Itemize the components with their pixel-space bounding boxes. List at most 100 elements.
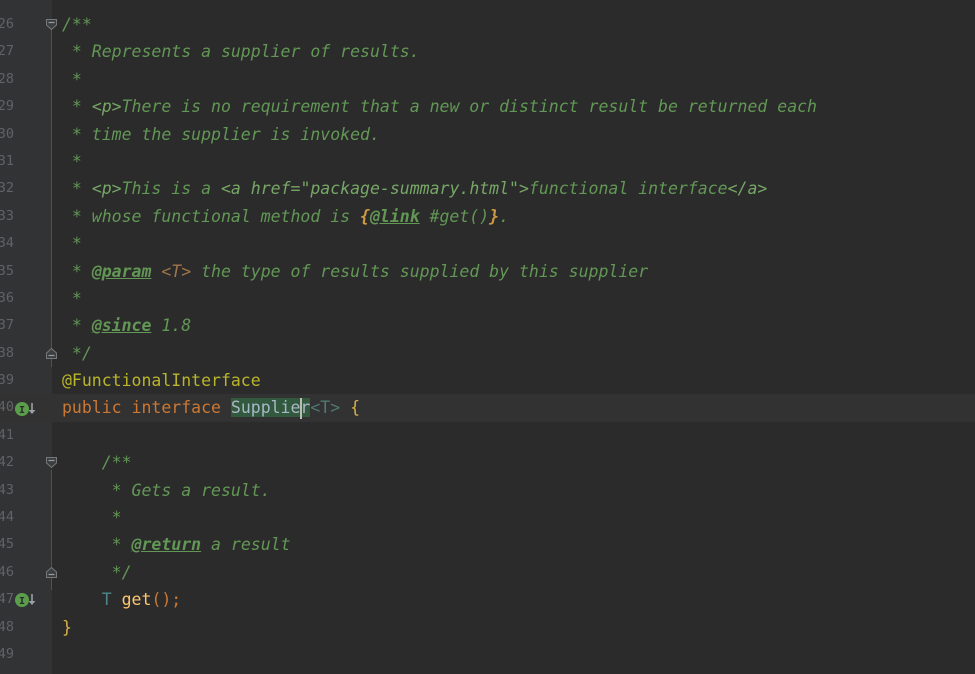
code-line[interactable] xyxy=(52,641,975,668)
implemented-methods-marker-icon[interactable]: I xyxy=(14,401,44,417)
code-line[interactable]: /** xyxy=(52,449,975,476)
code-token: This is a xyxy=(121,179,221,199)
code-token: <a href="package-summary.html"> xyxy=(220,179,529,199)
line-number: 36 xyxy=(0,285,52,312)
code-token: public xyxy=(62,398,132,418)
line-number: 33 xyxy=(0,203,52,230)
line-number: 27 xyxy=(0,38,52,65)
code-token: /** xyxy=(62,453,132,473)
code-line[interactable]: * xyxy=(52,285,975,312)
code-line[interactable]: * xyxy=(52,66,975,93)
code-token: * xyxy=(62,234,82,254)
code-token: */ xyxy=(62,562,132,582)
line-number-text: 39 xyxy=(0,372,14,389)
line-number-text: 34 xyxy=(0,235,14,252)
line-number-text: 28 xyxy=(0,70,14,87)
code-line[interactable]: } xyxy=(52,614,975,641)
line-number-text: 47 xyxy=(0,591,14,608)
line-number-text: 44 xyxy=(0,509,14,526)
code-text-area[interactable]: /** * Represents a supplier of results. … xyxy=(52,0,975,674)
line-number-text: 37 xyxy=(0,317,14,334)
line-number: 49 xyxy=(0,641,52,668)
line-number-text: 41 xyxy=(0,426,14,443)
code-editor[interactable]: 26 27 28 29 30 31 32 33 34 35 36 37 38 39 40 41 42 43 44 45… xyxy=(0,0,975,674)
code-token: * whose functional method is xyxy=(62,206,361,226)
line-number-text: 33 xyxy=(0,207,14,224)
line-number-text: 36 xyxy=(0,289,14,306)
code-line[interactable]: * xyxy=(52,504,975,531)
code-token: * xyxy=(62,316,92,336)
text-caret xyxy=(300,397,303,419)
line-number-text: 30 xyxy=(0,125,14,142)
code-token: interface xyxy=(131,398,231,418)
code-line[interactable]: * xyxy=(52,230,975,257)
code-token: #get() xyxy=(419,206,490,226)
line-number-text: 31 xyxy=(0,152,14,169)
line-number: 35 xyxy=(0,258,52,285)
code-token: { xyxy=(350,398,361,418)
code-token: * Gets a result. xyxy=(62,480,271,500)
code-token: . xyxy=(499,206,510,226)
line-number: 31 xyxy=(0,148,52,175)
code-token: * xyxy=(62,535,132,555)
code-token: */ xyxy=(62,343,92,363)
line-number: 44 xyxy=(0,504,52,531)
line-number: 30 xyxy=(0,121,52,148)
code-line[interactable]: * Represents a supplier of results. xyxy=(52,38,975,65)
line-number: 39 xyxy=(0,367,52,394)
code-token: * xyxy=(62,261,92,281)
code-line[interactable]: public interface Supplier<T> { xyxy=(52,394,975,423)
svg-text:I: I xyxy=(19,596,25,607)
editor-gutter[interactable]: 26 27 28 29 30 31 32 33 34 35 36 37 38 39 40 41 42 43 44 45… xyxy=(0,0,57,674)
code-token: @param xyxy=(91,261,152,281)
code-token: 1.8 xyxy=(151,316,192,336)
code-line[interactable]: T get(); xyxy=(52,586,975,613)
code-token: * xyxy=(62,97,92,117)
code-line[interactable]: * xyxy=(52,148,975,175)
line-number: 32 xyxy=(0,175,52,202)
code-token: /** xyxy=(62,15,92,34)
line-number-text: 43 xyxy=(0,481,14,498)
code-line[interactable]: */ xyxy=(52,559,975,586)
code-token: * xyxy=(62,508,122,528)
code-token: <p> xyxy=(91,179,122,199)
code-token: { xyxy=(360,206,370,226)
code-line[interactable] xyxy=(52,422,975,449)
line-number-text: 46 xyxy=(0,563,14,580)
code-token: * xyxy=(62,151,82,171)
line-number-text: 40 xyxy=(0,399,14,416)
code-token: <T> xyxy=(161,261,192,281)
code-token: @link xyxy=(369,206,420,226)
code-token: a result xyxy=(201,535,291,555)
code-line[interactable]: */ xyxy=(52,340,975,367)
code-line[interactable]: * time the supplier is invoked. xyxy=(52,121,975,148)
code-token: @FunctionalInterface xyxy=(62,371,261,391)
code-line[interactable]: * Gets a result. xyxy=(52,477,975,504)
code-line[interactable]: * <p>This is a <a href="package-summary.… xyxy=(52,175,975,202)
code-token: * xyxy=(62,179,92,199)
code-token: the type of results supplied by this sup… xyxy=(191,261,649,281)
code-token: T xyxy=(101,590,112,610)
line-number: 41 xyxy=(0,422,52,449)
code-token: </a> xyxy=(727,179,768,199)
code-token: } xyxy=(62,617,72,637)
code-line[interactable]: /** xyxy=(52,11,975,38)
code-line[interactable]: * <p>There is no requirement that a new … xyxy=(52,93,975,120)
code-line[interactable]: * whose functional method is {@link #get… xyxy=(52,203,975,230)
code-token: <T> xyxy=(310,398,341,418)
line-number: 37 xyxy=(0,312,52,339)
code-line[interactable]: * @param <T> the type of results supplie… xyxy=(52,258,975,285)
line-number-text: 45 xyxy=(0,536,14,553)
code-line[interactable]: * @return a result xyxy=(52,531,975,558)
code-line[interactable]: * @since 1.8 xyxy=(52,312,975,339)
code-token: } xyxy=(489,206,500,226)
line-number: 28 xyxy=(0,66,52,93)
implemented-methods-marker-icon[interactable]: I xyxy=(14,592,44,608)
svg-text:I: I xyxy=(19,405,25,416)
code-token: * xyxy=(62,69,82,89)
code-token: * xyxy=(62,288,82,308)
code-line[interactable]: @FunctionalInterface xyxy=(52,367,975,394)
